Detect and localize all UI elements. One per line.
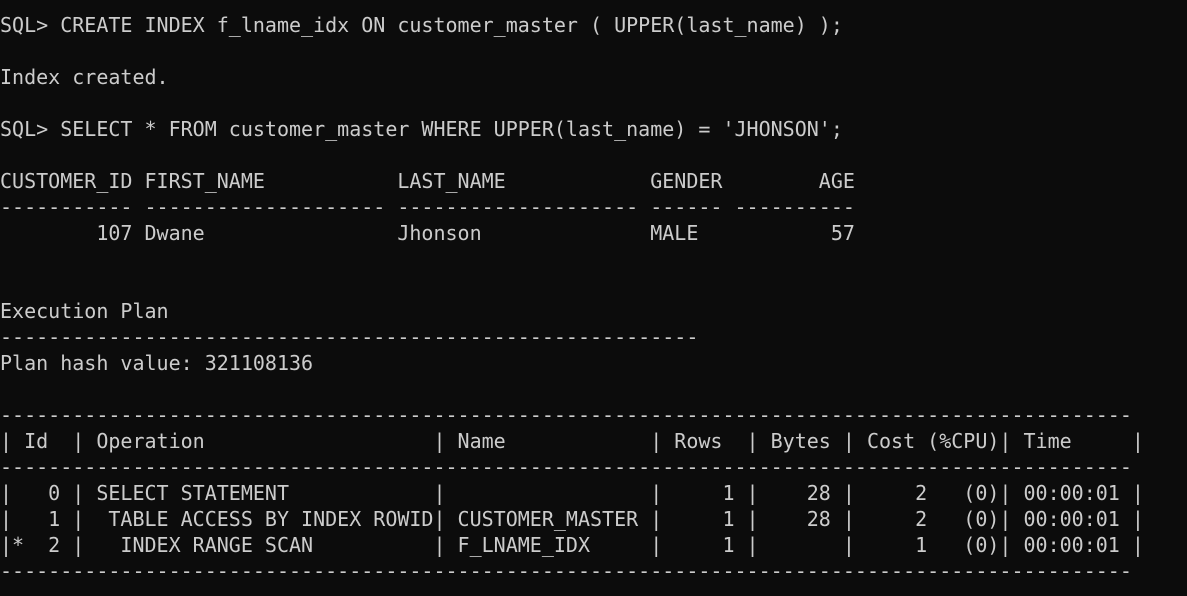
plan-table-header: | Id | Operation | Name | Rows | Bytes |… [0, 429, 1144, 453]
plan-table-border-bottom: ----------------------------------------… [0, 559, 1132, 583]
plan-table-border-top: ----------------------------------------… [0, 403, 1132, 427]
create-index-command: SQL> CREATE INDEX f_lname_idx ON custome… [0, 13, 843, 37]
execution-plan-title: Execution Plan [0, 299, 169, 323]
result-separator: ----------- -------------------- -------… [0, 195, 855, 219]
select-command: SQL> SELECT * FROM customer_master WHERE… [0, 117, 843, 141]
plan-table-row: |* 2 | INDEX RANGE SCAN | F_LNAME_IDX | … [0, 533, 1144, 557]
index-created-message: Index created. [0, 65, 169, 89]
plan-table-row: | 1 | TABLE ACCESS BY INDEX ROWID| CUSTO… [0, 507, 1144, 531]
result-row: 107 Dwane Jhonson MALE 57 [0, 221, 855, 245]
result-header: CUSTOMER_ID FIRST_NAME LAST_NAME GENDER … [0, 169, 855, 193]
terminal-window[interactable]: SQL> CREATE INDEX f_lname_idx ON custome… [0, 0, 1187, 596]
plan-table-row: | 0 | SELECT STATEMENT | | 1 | 28 | 2 (0… [0, 481, 1144, 505]
execution-plan-underline: ----------------------------------------… [0, 325, 699, 349]
plan-table-border-mid: ----------------------------------------… [0, 455, 1132, 479]
plan-hash-value: Plan hash value: 321108136 [0, 351, 314, 375]
